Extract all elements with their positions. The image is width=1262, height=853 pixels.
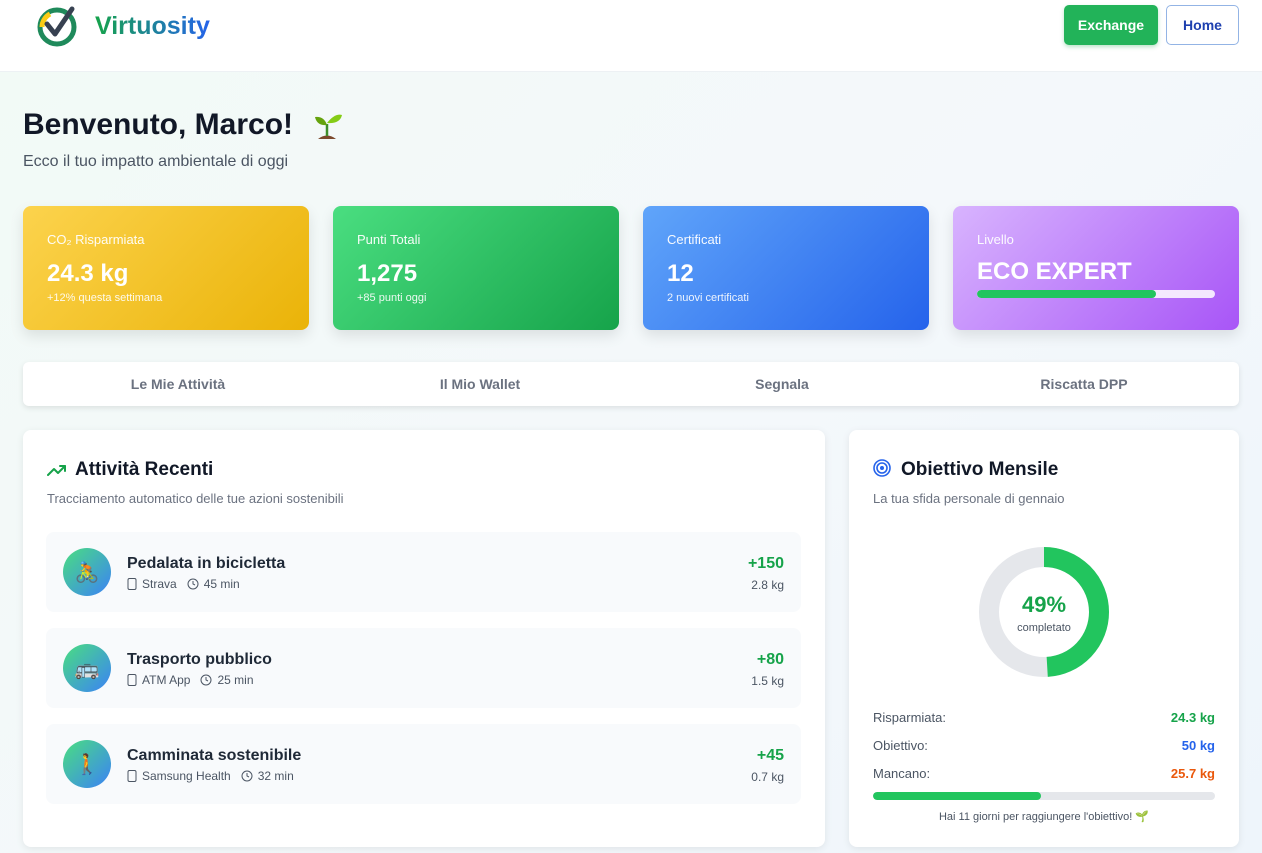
goal-progress-bar (873, 792, 1215, 800)
activity-name: Trasporto pubblico (127, 651, 272, 668)
activity-co2: 1.5 kg (751, 674, 784, 688)
goal-row-saved: Risparmiata: 24.3 kg (873, 710, 1215, 725)
goal-row-label: Obiettivo: (873, 738, 928, 753)
activity-meta: Strava 45 min (127, 577, 240, 591)
stat-value: 12 (667, 260, 694, 287)
stat-sub: 2 nuovi certificati (667, 292, 749, 304)
activity-item[interactable]: 🚴 Pedalata in bicicletta Strava 45 min +… (46, 532, 801, 612)
clock-icon (200, 674, 212, 686)
goal-row-value: 25.7 kg (1170, 766, 1215, 781)
tab-report[interactable]: Segnala (631, 366, 933, 402)
top-header: Virtuosity Exchange Home (0, 0, 1262, 72)
activity-name: Pedalata in bicicletta (127, 555, 286, 572)
activity-meta: Samsung Health 32 min (127, 769, 294, 783)
stat-label: Certificati (667, 232, 722, 247)
bicycle-icon: 🚴 (63, 548, 111, 596)
activity-co2: 2.8 kg (751, 578, 784, 592)
stat-label: Punti Totali (357, 232, 421, 247)
sprout-icon (315, 114, 343, 140)
monthly-goal-title: Obiettivo Mensile (901, 459, 1059, 480)
activity-source: Strava (142, 577, 177, 591)
bus-icon: 🚌 (63, 644, 111, 692)
monthly-goal-panel: Obiettivo Mensile La tua sfida personale… (849, 430, 1239, 847)
activity-source: ATM App (142, 673, 191, 687)
tab-redeem-dpp[interactable]: Riscatta DPP (933, 366, 1235, 402)
goal-percent: 49% (1021, 592, 1067, 617)
recent-activities-title: Attività Recenti (75, 459, 214, 480)
stat-label: Livello (977, 232, 1014, 247)
exchange-button[interactable]: Exchange (1064, 5, 1158, 45)
activity-meta: ATM App 25 min (127, 673, 254, 687)
activity-duration: 25 min (217, 673, 254, 687)
goal-row-value: 50 kg (1181, 738, 1215, 753)
activity-name: Camminata sostenibile (127, 747, 302, 764)
activity-points: +45 (756, 747, 784, 764)
page-subtitle: Ecco il tuo impatto ambientale di oggi (23, 153, 289, 170)
target-icon (873, 459, 891, 477)
activity-duration: 45 min (203, 577, 240, 591)
clock-icon (187, 578, 199, 590)
activity-item[interactable]: 🚶 Camminata sostenibile Samsung Health 3… (46, 724, 801, 804)
trending-up-icon (47, 465, 66, 476)
goal-note: Hai 11 giorni per raggiungere l'obiettiv… (938, 811, 1150, 823)
phone-icon (127, 770, 137, 782)
monthly-goal-subtitle: La tua sfida personale di gennaio (873, 491, 1065, 506)
goal-row-value: 24.3 kg (1170, 710, 1215, 725)
certificates-card: Certificati 12 2 nuovi certificati (643, 206, 929, 330)
activity-item[interactable]: 🚌 Trasporto pubblico ATM App 25 min +80 … (46, 628, 801, 708)
brand-name[interactable]: Virtuosity (95, 12, 210, 41)
clock-icon (241, 770, 253, 782)
goal-row-target: Obiettivo: 50 kg (873, 738, 1215, 753)
activity-source: Samsung Health (142, 769, 231, 783)
phone-icon (127, 674, 137, 686)
goal-completed-label: completato (1017, 622, 1071, 634)
activity-co2: 0.7 kg (751, 770, 784, 784)
co2-saved-card: CO₂ Risparmiata 24.3 kg +12% questa sett… (23, 206, 309, 330)
activity-points: +80 (756, 651, 784, 668)
level-value: ECO EXPERT (977, 258, 1132, 285)
stat-value: 1,275 (357, 260, 418, 287)
page-title: Benvenuto, Marco! (23, 108, 343, 142)
home-button[interactable]: Home (1166, 5, 1239, 45)
goal-row-label: Risparmiata: (873, 710, 946, 725)
goal-row-label: Mancano: (873, 766, 931, 781)
stat-sub: +12% questa settimana (47, 292, 163, 304)
recent-activities-subtitle: Tracciamento automatico delle tue azioni… (47, 491, 344, 506)
main-tabs: Le Mie Attività Il Mio Wallet Segnala Ri… (23, 362, 1239, 406)
goal-row-remaining: Mancano: 25.7 kg (873, 766, 1215, 781)
stat-value: 24.3 kg (47, 260, 129, 287)
tab-my-activities[interactable]: Le Mie Attività (27, 366, 329, 402)
activity-points: +150 (747, 555, 784, 572)
stat-sub: +85 punti oggi (357, 292, 427, 304)
virtuosity-logo-icon[interactable] (36, 5, 78, 47)
total-points-card: Punti Totali 1,275 +85 punti oggi (333, 206, 619, 330)
goal-progress-fill (873, 792, 1041, 800)
level-card: Livello ECO EXPERT (953, 206, 1239, 330)
tab-my-wallet[interactable]: Il Mio Wallet (329, 366, 631, 402)
recent-activities-panel: Attività Recenti Tracciamento automatico… (23, 430, 825, 847)
phone-icon (127, 578, 137, 590)
level-progress-bar (977, 290, 1215, 298)
level-progress-fill (977, 290, 1156, 298)
welcome-title-text: Benvenuto, Marco! (23, 108, 294, 141)
walking-icon: 🚶 (63, 740, 111, 788)
activity-duration: 32 min (257, 769, 294, 783)
stat-label: CO₂ Risparmiata (47, 232, 145, 247)
